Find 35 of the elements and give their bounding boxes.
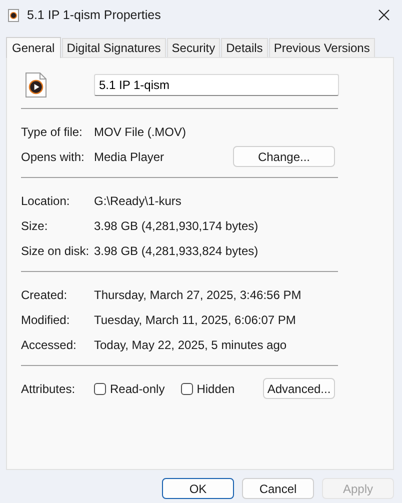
change-button[interactable]: Change... [233, 146, 335, 167]
checkbox-label: Hidden [196, 380, 235, 398]
field-value: Media Player [94, 148, 164, 166]
field-label: Modified: [21, 312, 71, 328]
field-value: 3.98 GB (4,281,930,174 bytes) [94, 218, 258, 234]
field-value: 3.98 GB (4,281,933,824 bytes) [94, 242, 258, 260]
checkbox-label: Read-only [110, 380, 165, 398]
tab[interactable]: Previous Versions [268, 38, 375, 57]
field-label: Created: [21, 286, 68, 304]
field-label: Opens with: [21, 148, 86, 166]
field-value: G:\Ready\1-kurs [94, 192, 182, 210]
field-label: Size: [21, 218, 49, 234]
video-file-icon [8, 8, 19, 22]
dialog-button[interactable]: Cancel [242, 478, 314, 499]
tab[interactable]: General [6, 37, 61, 58]
tab[interactable]: Security [166, 38, 220, 57]
checkbox[interactable] [94, 382, 106, 394]
window-title: 5.1 IP 1-qism Properties [27, 6, 162, 24]
tab[interactable]: Details [221, 38, 268, 57]
checkbox[interactable] [180, 382, 193, 394]
field-label: Location: [21, 192, 71, 210]
field-value: Tuesday, March 11, 2025, 6:06:07 PM [94, 312, 296, 328]
field-label: Attributes: [21, 380, 76, 398]
close-icon[interactable] [378, 9, 390, 21]
tab[interactable]: Digital Signatures [62, 38, 166, 57]
video-file-icon [25, 72, 47, 98]
advanced-button[interactable]: Advanced... [263, 378, 335, 399]
dialog-button[interactable]: OK [162, 478, 234, 499]
file-name-field[interactable]: 5.1 IP 1-qism [94, 74, 339, 96]
field-label: Accessed: [21, 336, 78, 354]
field-label: Size on disk: [21, 242, 90, 260]
field-value: Thursday, March 27, 2025, 3:46:56 PM [94, 286, 302, 304]
field-value: MOV File (.MOV) [94, 124, 186, 140]
field-label: Type of file: [21, 124, 84, 140]
field-value: Today, May 22, 2025, 5 minutes ago [94, 336, 287, 354]
